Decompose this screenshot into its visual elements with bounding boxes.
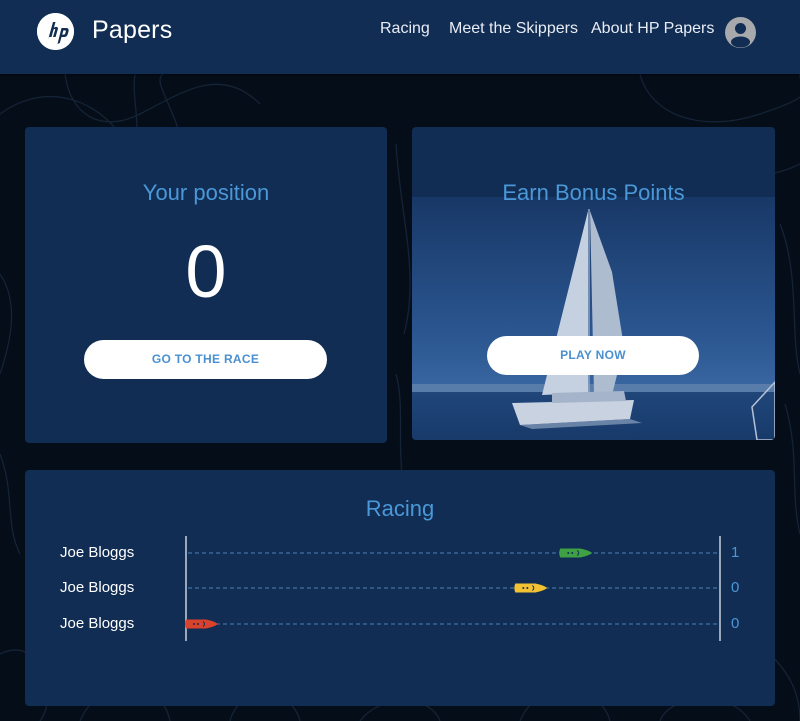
user-avatar-button[interactable] xyxy=(725,17,756,48)
racing-card: Racing Joe Bloggs Joe Bloggs Joe Bloggs … xyxy=(25,470,775,706)
hp-logo[interactable] xyxy=(37,13,74,50)
bonus-card: Earn Bonus Points PLAY NOW xyxy=(412,127,775,440)
go-to-race-button[interactable]: GO TO THE RACE xyxy=(84,340,327,379)
brand-name[interactable]: Papers xyxy=(92,16,172,45)
hp-logo-icon xyxy=(37,13,74,50)
boat-icon xyxy=(514,583,548,593)
nav-about-hp-papers[interactable]: About HP Papers xyxy=(591,20,714,38)
boat-icon xyxy=(185,619,218,629)
racer-score: 0 xyxy=(731,579,740,596)
position-title: Your position xyxy=(142,180,270,205)
position-card: Your position 0 GO TO THE RACE xyxy=(25,127,387,443)
race-track xyxy=(185,536,721,641)
boat-icon xyxy=(559,548,593,558)
nav-racing[interactable]: Racing xyxy=(380,20,430,38)
sailboat-photo xyxy=(412,197,775,440)
position-value: 0 xyxy=(185,230,227,313)
bonus-title: Earn Bonus Points xyxy=(502,180,685,205)
racer-score: 0 xyxy=(731,615,740,632)
racer-score: 1 xyxy=(731,544,740,561)
nav-meet-the-skippers[interactable]: Meet the Skippers xyxy=(449,20,578,38)
site-header: Papers Racing Meet the Skippers About HP… xyxy=(0,0,800,74)
play-now-button[interactable]: PLAY NOW xyxy=(487,336,699,375)
user-avatar-icon xyxy=(731,23,750,48)
